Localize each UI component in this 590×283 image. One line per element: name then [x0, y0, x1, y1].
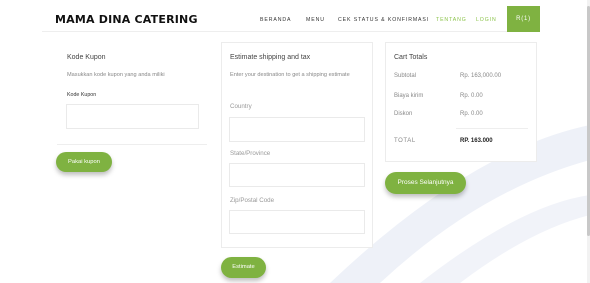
nav-login[interactable]: LOGIN — [476, 17, 497, 23]
shipping-cost-label: Biaya kirim — [394, 93, 424, 99]
total-value: RP. 163.000 — [460, 138, 493, 144]
brand-logo[interactable]: MAMA DINA CATERING — [55, 13, 198, 26]
subtotal-label: Subtotal — [394, 73, 417, 79]
state-input[interactable] — [229, 163, 365, 187]
cart-button[interactable]: R(1) — [507, 6, 540, 32]
zip-label: Zip/Postal Code — [230, 197, 275, 204]
nav-cek-status[interactable]: CEK STATUS & KONFIRMASI — [338, 17, 429, 23]
discount-value: Rp. 0.00 — [460, 111, 483, 117]
shipping-cost-value: Rp. 0.00 — [460, 93, 483, 99]
shipping-description: Enter your destination to get a shipping… — [230, 72, 350, 78]
checkout-button[interactable]: Proses Selanjutnya — [385, 172, 466, 194]
coupon-description: Masukkan kode kupon yang anda miliki — [67, 72, 165, 78]
state-label: State/Province — [230, 150, 271, 157]
country-label: Country — [230, 103, 252, 110]
shipping-title: Estimate shipping and tax — [230, 54, 311, 61]
zip-input[interactable] — [229, 210, 365, 234]
nav-beranda[interactable]: BERANDA — [260, 17, 291, 23]
coupon-divider — [57, 144, 207, 145]
nav-tentang[interactable]: TENTANG — [436, 17, 467, 23]
cart-totals-title: Cart Totals — [394, 54, 428, 61]
estimate-button[interactable]: Estimate — [221, 257, 266, 278]
nav-menu[interactable]: MENU — [306, 17, 325, 23]
discount-label: Diskon — [394, 111, 413, 117]
total-label: TOTAL — [394, 138, 416, 144]
site-header: MAMA DINA CATERING BERANDA MENU CEK STAT… — [42, 0, 540, 32]
coupon-title: Kode Kupon — [67, 54, 106, 61]
coupon-field-label: Kode Kupon — [67, 92, 97, 98]
totals-divider — [456, 128, 528, 129]
country-input[interactable] — [229, 117, 365, 142]
apply-coupon-button[interactable]: Pakai kupon — [56, 152, 112, 172]
subtotal-value: Rp. 163,000.00 — [460, 73, 502, 79]
coupon-input[interactable] — [66, 104, 199, 129]
